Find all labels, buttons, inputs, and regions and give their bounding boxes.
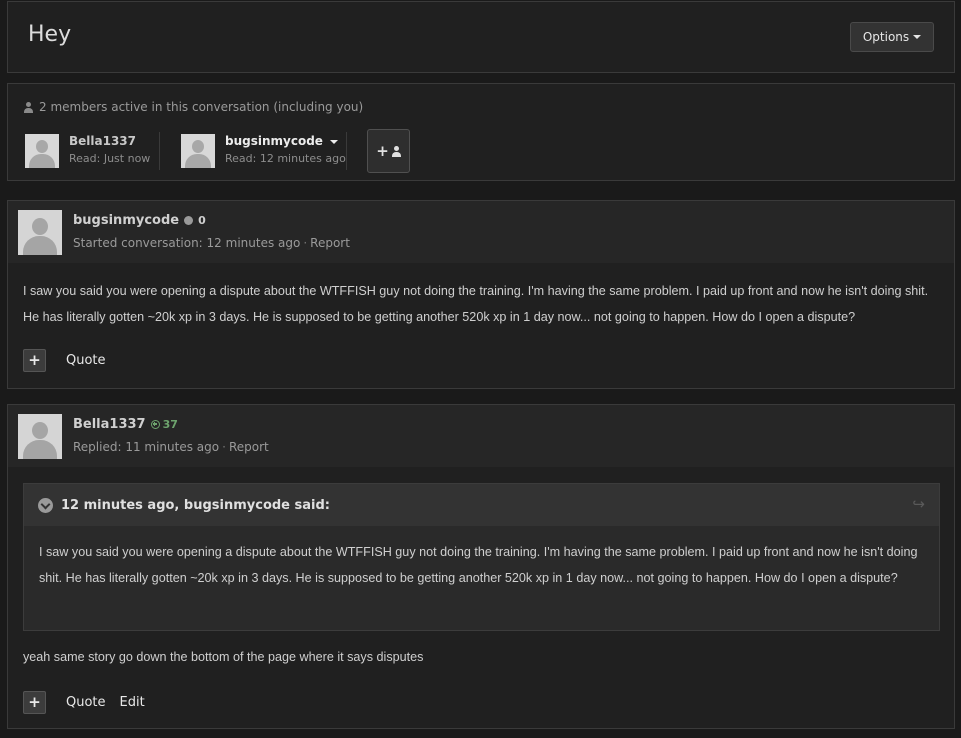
- conversation-header: Hey Options: [7, 1, 955, 73]
- message-post: bugsinmycode 0 Started conversation: 12 …: [7, 200, 955, 389]
- avatar[interactable]: [181, 134, 215, 168]
- go-to-post-icon[interactable]: ↪: [912, 495, 925, 513]
- upvote-button[interactable]: +: [23, 691, 46, 714]
- avatar[interactable]: [25, 134, 59, 168]
- user-icon: [24, 101, 33, 113]
- quote-body: I saw you said you were opening a disput…: [39, 545, 918, 585]
- separator-dot: ·: [222, 440, 226, 454]
- avatar[interactable]: [18, 210, 62, 255]
- post-timestamp: Replied: 11 minutes ago: [73, 440, 220, 454]
- neutral-reputation-icon: [184, 216, 194, 225]
- member-name[interactable]: Bella1337: [69, 134, 150, 148]
- members-summary-text: 2 members active in this conversation (i…: [39, 100, 364, 114]
- post-body: I saw you said you were opening a disput…: [23, 284, 929, 324]
- post-header: Bella1337 37 Replied: 11 minutes ago · Rep…: [8, 405, 954, 467]
- post-meta: Replied: 11 minutes ago · Report: [73, 440, 269, 454]
- post-meta: Started conversation: 12 minutes ago · Rep…: [73, 236, 350, 250]
- plus-icon: +: [376, 142, 389, 160]
- post-header: bugsinmycode 0 Started conversation: 12 …: [8, 201, 954, 263]
- quote-button[interactable]: Quote: [66, 353, 106, 368]
- post-actions: + Quote: [23, 349, 106, 372]
- avatar[interactable]: [18, 414, 62, 459]
- caret-down-icon: [330, 139, 339, 144]
- add-member-button[interactable]: +: [367, 129, 410, 173]
- message-post: Bella1337 37 Replied: 11 minutes ago · Rep…: [7, 404, 955, 729]
- reputation-count: 37: [162, 418, 178, 431]
- quoted-message: 12 minutes ago, bugsinmycode said: ↪ I s…: [23, 483, 940, 631]
- post-actions: + Quote Edit: [23, 691, 145, 714]
- divider: [346, 132, 347, 170]
- member-name-dropdown[interactable]: bugsinmycode: [225, 134, 346, 148]
- quote-button[interactable]: Quote: [66, 695, 106, 710]
- post-timestamp: Started conversation: 12 minutes ago: [73, 236, 301, 250]
- author-name[interactable]: Bella1337: [73, 417, 146, 432]
- page-title: Hey: [28, 22, 72, 47]
- member-bella1337: Bella1337 Read: Just now: [25, 134, 150, 168]
- caret-down-icon: [913, 35, 922, 39]
- options-label: Options: [862, 30, 910, 44]
- user-icon: [391, 145, 401, 157]
- post-body: yeah same story go down the bottom of th…: [23, 650, 424, 664]
- report-link[interactable]: Report: [310, 236, 350, 250]
- report-link[interactable]: Report: [229, 440, 269, 454]
- member-name: bugsinmycode: [225, 134, 323, 148]
- edit-button[interactable]: Edit: [120, 695, 145, 710]
- members-panel: 2 members active in this conversation (i…: [7, 83, 955, 181]
- reputation-badge: 37: [150, 418, 178, 431]
- members-summary: 2 members active in this conversation (i…: [24, 100, 363, 114]
- quote-header[interactable]: 12 minutes ago, bugsinmycode said: ↪: [24, 484, 939, 526]
- author-name[interactable]: bugsinmycode: [73, 213, 179, 228]
- author-line: Bella1337 37: [73, 417, 178, 432]
- options-button[interactable]: Options: [850, 22, 934, 52]
- divider: [159, 132, 160, 170]
- quote-title: 12 minutes ago, bugsinmycode said:: [61, 497, 330, 513]
- member-read-status: Read: 12 minutes ago: [225, 152, 346, 165]
- chevron-down-icon[interactable]: [38, 497, 53, 513]
- reputation-count: 0: [198, 214, 206, 227]
- author-line: bugsinmycode 0: [73, 213, 206, 228]
- member-read-status: Read: Just now: [69, 152, 151, 165]
- member-bugsinmycode: bugsinmycode Read: 12 minutes ago: [181, 134, 346, 168]
- separator-dot: ·: [303, 236, 308, 250]
- upvote-button[interactable]: +: [23, 349, 46, 372]
- positive-reputation-icon: [150, 420, 160, 429]
